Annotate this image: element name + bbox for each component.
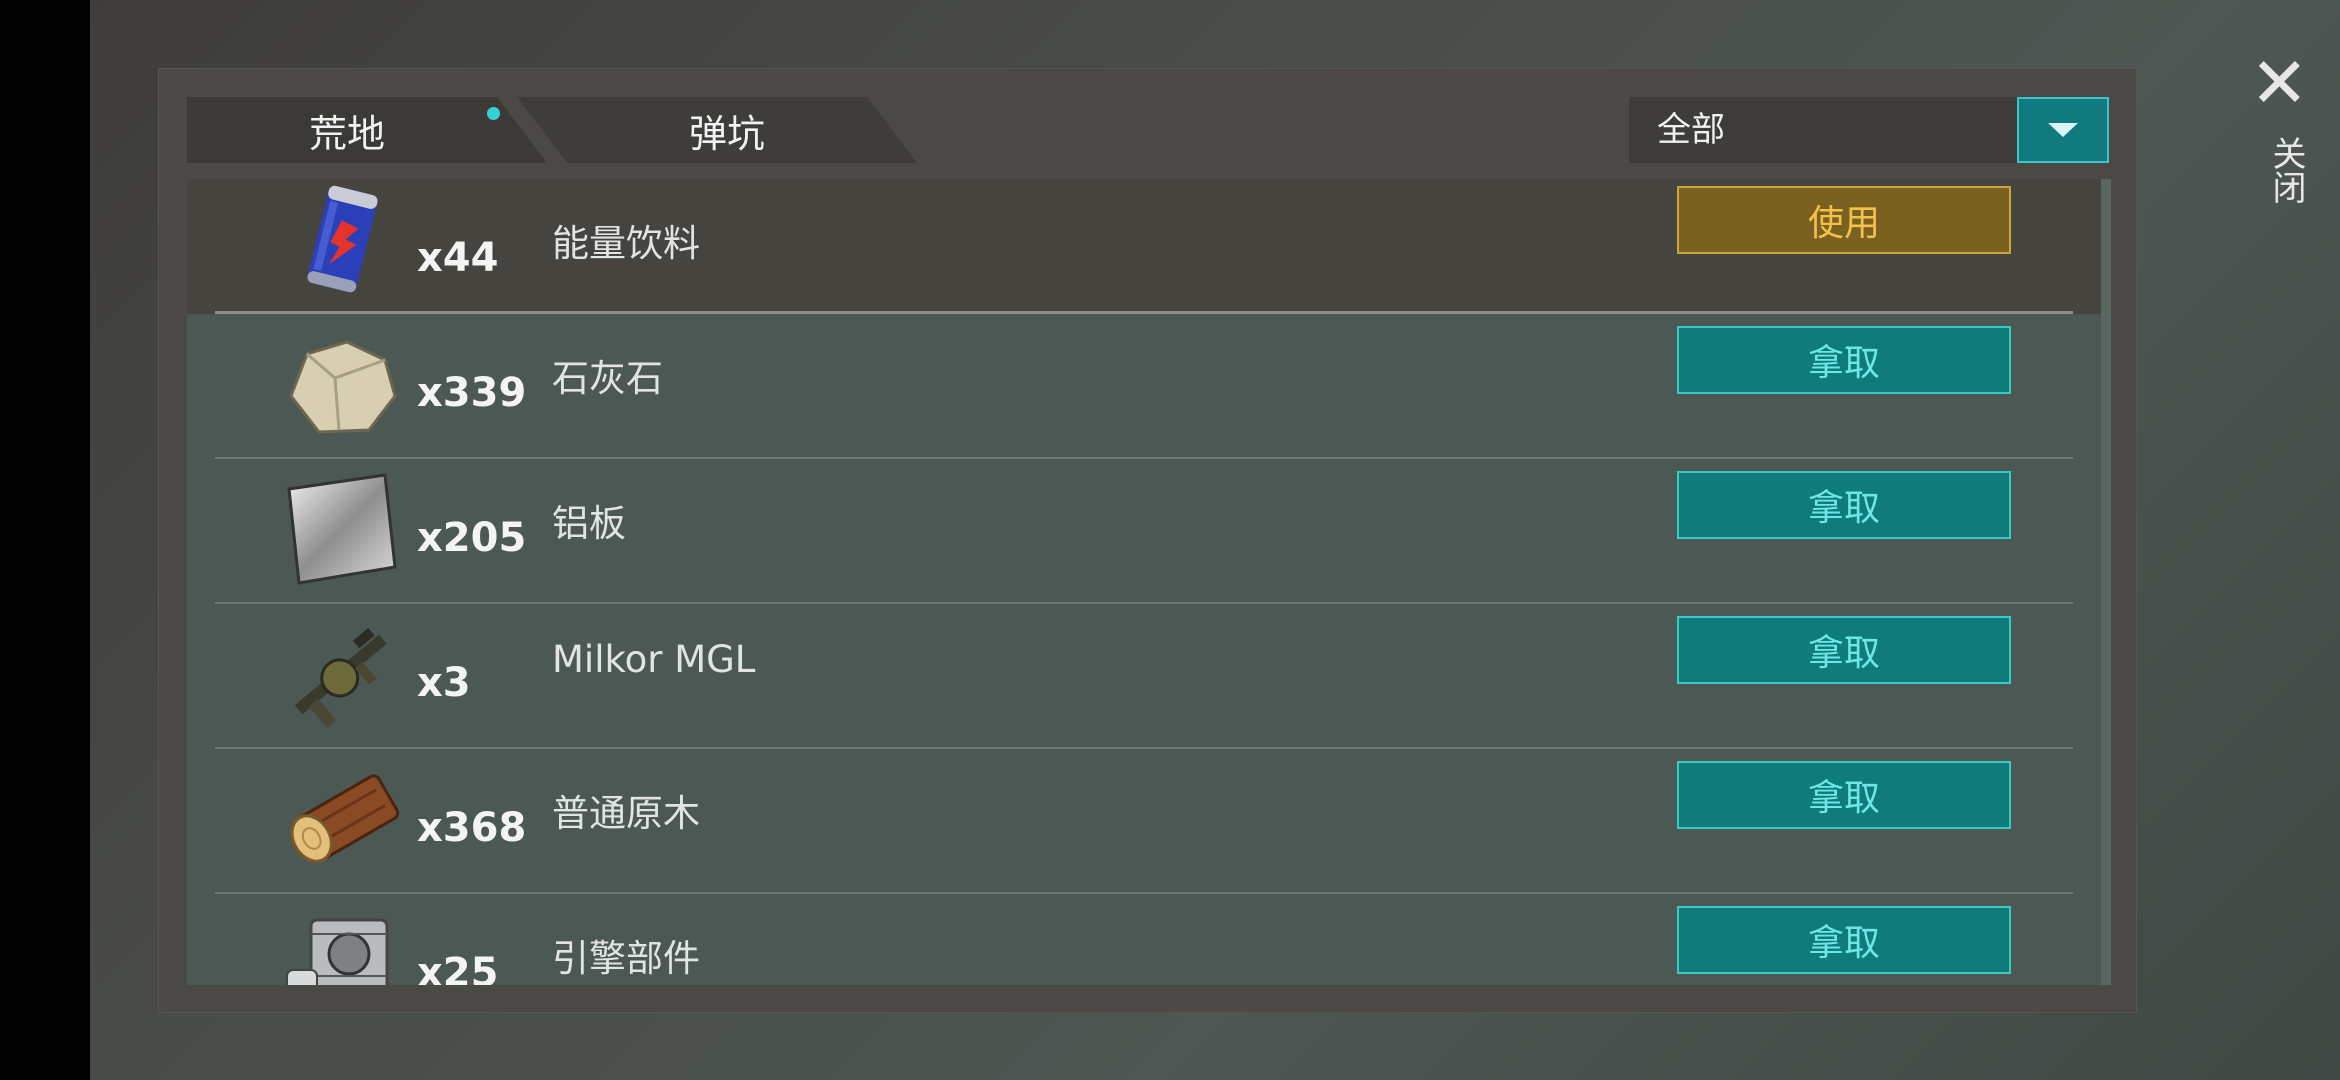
- grenade-launcher-icon: [277, 616, 407, 736]
- category-filter-dropdown[interactable]: 全部: [1629, 97, 2109, 163]
- energy-drink-icon: [277, 181, 407, 301]
- tab-label: 弹坑: [688, 111, 765, 156]
- item-list[interactable]: x44 能量饮料 使用 x339 石灰石 拿取 x205 铝板 拿取 x3 Mi…: [187, 179, 2111, 985]
- close-icon: ✕: [2250, 42, 2309, 124]
- take-button[interactable]: 拿取: [1677, 761, 2011, 829]
- notification-dot: [487, 107, 500, 120]
- storage-panel: 荒地 弹坑 全部 x44 能量饮料 使用 x339 石灰石 拿取 x205 铝板…: [158, 68, 2137, 1013]
- close-label: 关闭: [2266, 136, 2306, 204]
- list-item[interactable]: x339 石灰石 拿取: [187, 314, 2101, 459]
- item-name: 引擎部件: [552, 937, 700, 980]
- aluminum-plate-icon: [277, 471, 407, 591]
- take-button[interactable]: 拿取: [1677, 906, 2011, 974]
- item-name: 能量饮料: [552, 222, 700, 265]
- item-quantity: x339: [417, 370, 527, 416]
- take-button[interactable]: 拿取: [1677, 616, 2011, 684]
- engine-part-icon: [277, 906, 407, 985]
- close-button[interactable]: ✕ 关闭: [2230, 48, 2320, 218]
- item-name: 普通原木: [552, 792, 700, 835]
- dropdown-button[interactable]: [2017, 97, 2109, 163]
- take-button[interactable]: 拿取: [1677, 471, 2011, 539]
- item-name: 铝板: [552, 502, 626, 545]
- limestone-icon: [277, 326, 407, 446]
- item-quantity: x44: [417, 235, 499, 281]
- item-name: Milkor MGL: [552, 638, 756, 681]
- item-quantity: x3: [417, 660, 471, 706]
- left-black-bar: [0, 0, 90, 1080]
- chevron-down-icon: [2048, 123, 2078, 137]
- tab-crater[interactable]: 弹坑: [517, 97, 917, 163]
- filter-selected-value: 全部: [1657, 110, 1725, 150]
- list-item[interactable]: x3 Milkor MGL 拿取: [187, 604, 2101, 749]
- list-item[interactable]: x205 铝板 拿取: [187, 459, 2101, 604]
- log-icon: [277, 761, 407, 881]
- take-button[interactable]: 拿取: [1677, 326, 2011, 394]
- item-quantity: x368: [417, 805, 527, 851]
- item-quantity: x25: [417, 950, 499, 985]
- list-item[interactable]: x25 引擎部件 拿取: [187, 894, 2101, 985]
- item-quantity: x205: [417, 515, 527, 561]
- item-name: 石灰石: [552, 357, 663, 400]
- list-scrollbar[interactable]: [2101, 179, 2111, 985]
- use-button[interactable]: 使用: [1677, 186, 2011, 254]
- location-tabs: 荒地 弹坑: [187, 97, 1087, 163]
- list-item[interactable]: x368 普通原木 拿取: [187, 749, 2101, 894]
- tab-label: 荒地: [308, 111, 385, 156]
- list-item[interactable]: x44 能量饮料 使用: [187, 179, 2101, 314]
